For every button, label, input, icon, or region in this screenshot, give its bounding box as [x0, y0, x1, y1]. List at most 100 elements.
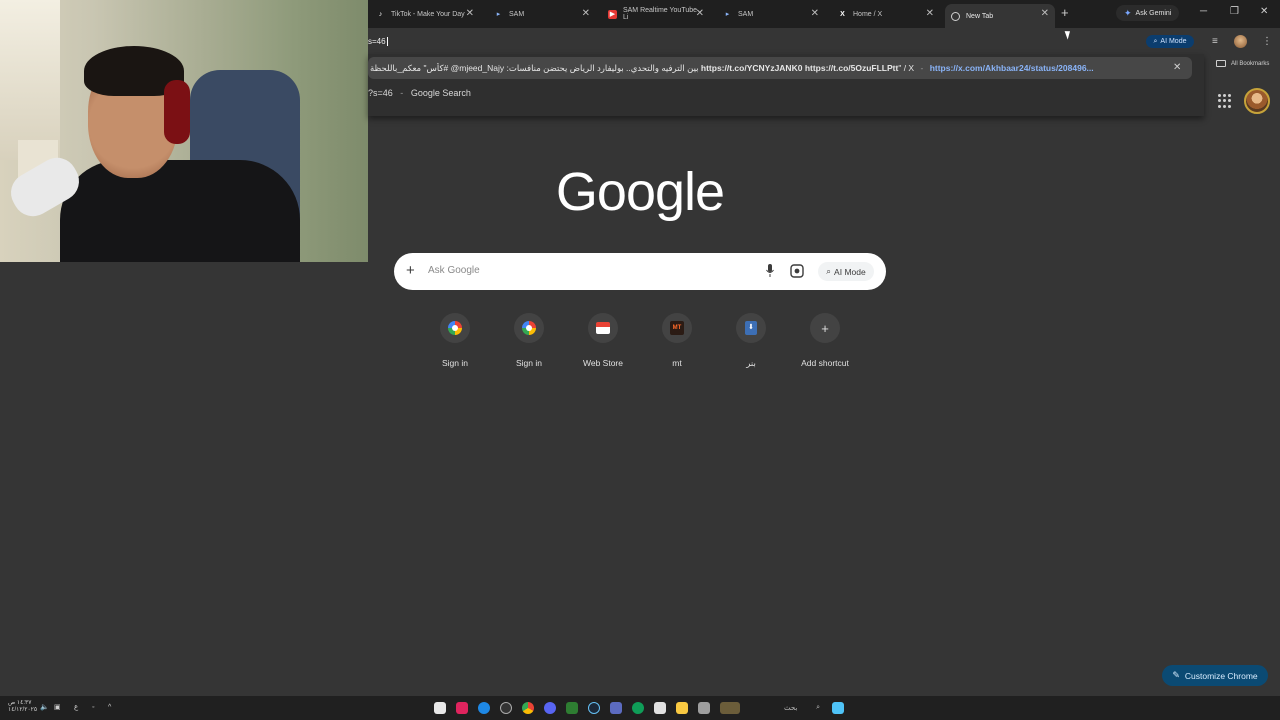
all-bookmarks-button[interactable]: All Bookmarks: [1216, 60, 1269, 67]
obs-taskbar-icon[interactable]: [500, 702, 512, 714]
shortcut-label: بنر: [746, 358, 756, 368]
omnibox-input[interactable]: s=46: [368, 37, 388, 47]
customize-label: Customize Chrome: [1184, 670, 1258, 681]
shortcut-label: Web Store: [582, 358, 623, 368]
suggestion-prefix: كأس": [421, 63, 444, 73]
windows-taskbar: ١٤:٣٧ ص ١٤/١٢/٢٠٢٥ 🔈 ▣ ع ◦ ^ بحث ⌕: [0, 696, 1280, 720]
tab-sam-1[interactable]: ▸ SAM ✕: [488, 4, 596, 24]
window-close-button[interactable]: ✕: [1260, 6, 1268, 18]
close-icon[interactable]: ✕: [696, 8, 704, 20]
app-taskbar-icon[interactable]: [610, 702, 622, 714]
steam-taskbar-icon[interactable]: [588, 702, 600, 714]
ai-mode-label: AI Mode: [1160, 38, 1187, 45]
close-icon[interactable]: ✕: [1041, 8, 1049, 20]
tab-new-tab[interactable]: New Tab ✕: [945, 4, 1055, 28]
taskbar-app-icon[interactable]: [434, 702, 446, 714]
profile-avatar[interactable]: [1234, 35, 1247, 48]
suggestion-arabic: معكم_باللحظة# @mjeed_Najy :بين الترفيه و…: [370, 63, 699, 73]
gemini-icon: ✦: [1124, 7, 1132, 18]
volume-icon[interactable]: 🔈: [40, 702, 49, 714]
minimize-button[interactable]: ─: [1200, 6, 1207, 18]
shortcut-label: mt: [672, 358, 682, 368]
suggestion-item[interactable]: ?s=46 - Google Search: [368, 88, 471, 98]
google-apps-icon[interactable]: [1218, 94, 1232, 108]
suggestion-query: ?s=46: [368, 88, 393, 98]
customize-chrome-button[interactable]: ✎ Customize Chrome: [1162, 665, 1268, 686]
shortcut-mt[interactable]: MT mt: [640, 312, 714, 372]
all-bookmarks-label: All Bookmarks: [1231, 60, 1270, 67]
shortcut-sign-in-2[interactable]: Sign in: [492, 312, 566, 372]
language-indicator[interactable]: ع: [74, 702, 78, 714]
google-icon: [522, 321, 536, 335]
taskbar-search[interactable]: بحث ⌕: [780, 701, 824, 715]
mic-tray-icon[interactable]: ◦: [92, 702, 94, 714]
suggestion-item[interactable]: كأس" معكم_باللحظة# @mjeed_Najy :بين التر…: [368, 57, 1192, 79]
xbox-taskbar-icon[interactable]: [566, 702, 578, 714]
omnibox-dropdown: كأس" معكم_باللحظة# @mjeed_Najy :بين التر…: [368, 54, 1204, 116]
tab-title: TikTok - Make Your Day: [391, 10, 465, 18]
ntp-search-box[interactable]: + Ask Google ⌕ AI Mode: [394, 253, 886, 290]
chrome-taskbar-icon[interactable]: [522, 702, 534, 714]
chrome-icon: [951, 11, 960, 21]
suggestion-url: https://x.com/Akhbaar24/status/208496...: [929, 63, 1094, 73]
ask-gemini-button[interactable]: ✦ Ask Gemini: [1116, 5, 1180, 21]
search-input[interactable]: Ask Google: [428, 265, 480, 276]
screen: ♪ TikTok - Make Your Day ✕ ▸ SAM ✕ ▶ SAM…: [0, 0, 1280, 720]
close-icon[interactable]: ✕: [926, 8, 934, 20]
shortcut-web-store[interactable]: Web Store: [566, 312, 640, 372]
microphone-icon[interactable]: [766, 264, 774, 278]
pencil-icon: ✎: [1172, 670, 1180, 680]
restore-button[interactable]: ❐: [1230, 6, 1239, 18]
person-body: [60, 160, 300, 262]
tab-sam-youtube[interactable]: ▶ SAM Realtime YouTube Li ✕: [602, 4, 710, 24]
headset: [164, 80, 190, 144]
tab-tiktok[interactable]: ♪ TikTok - Make Your Day ✕: [370, 4, 480, 24]
google-account-avatar[interactable]: [1244, 88, 1270, 114]
google-icon: [448, 321, 462, 335]
calendar-taskbar-icon[interactable]: [654, 702, 666, 714]
x-icon: X: [840, 10, 845, 18]
sam-icon: ▸: [725, 10, 730, 18]
shortcut-icon-bg: [588, 313, 618, 343]
shortcut-sign-in-1[interactable]: Sign in: [418, 312, 492, 372]
app-taskbar-icon[interactable]: [478, 702, 490, 714]
clock[interactable]: ١٤:٣٧ ص ١٤/١٢/٢٠٢٥: [8, 700, 37, 714]
ai-mode-icon: ⌕: [1153, 37, 1158, 45]
tab-search-icon[interactable]: ≡: [1212, 36, 1218, 48]
ai-mode-button[interactable]: ⌕ AI Mode: [818, 262, 874, 281]
close-icon[interactable]: ✕: [811, 8, 819, 20]
tab-sam-2[interactable]: ▸ SAM ✕: [717, 4, 825, 24]
shortcut-bank[interactable]: ⬇ بنر: [714, 312, 788, 372]
omnibox-text: s=46: [368, 37, 386, 46]
shortcut-icon-bg: [440, 313, 470, 343]
tab-title: SAM Realtime YouTube Li: [622, 7, 698, 21]
add-shortcut-button[interactable]: + Add shortcut: [788, 312, 862, 372]
discord-taskbar-icon[interactable]: [544, 702, 556, 714]
clock-date: ١٤/١٢/٢٠٢٥: [8, 707, 38, 713]
taskbar-search-label: بحث: [784, 705, 798, 712]
widget-taskbar-icon[interactable]: [720, 702, 740, 714]
network-icon[interactable]: ▣: [54, 702, 61, 714]
text-caret: [386, 37, 388, 47]
close-icon[interactable]: ✕: [582, 8, 590, 20]
shortcut-icon-bg: [514, 313, 544, 343]
tiktok-taskbar-icon[interactable]: [456, 702, 468, 714]
show-hidden-icons[interactable]: ^: [108, 702, 111, 714]
new-tab-button[interactable]: +: [1061, 6, 1069, 20]
google-lens-icon[interactable]: [790, 264, 804, 278]
folder-icon: [1216, 60, 1226, 67]
more-menu-icon[interactable]: ⋮: [1262, 36, 1272, 48]
ai-mode-icon: ⌕: [826, 266, 832, 276]
omnibox-ai-mode-button[interactable]: ⌕ AI Mode: [1146, 35, 1194, 48]
webcam-window-bg: [0, 0, 60, 160]
file-explorer-icon[interactable]: [676, 702, 688, 714]
edge-taskbar-icon[interactable]: [632, 702, 644, 714]
plus-icon[interactable]: +: [406, 263, 415, 279]
tab-title: SAM: [509, 10, 525, 18]
app-taskbar-icon[interactable]: [698, 702, 710, 714]
remove-suggestion-icon[interactable]: ✕: [1173, 63, 1181, 73]
youtube-icon: ▶: [608, 9, 617, 19]
close-icon[interactable]: ✕: [466, 8, 474, 20]
start-button[interactable]: [832, 702, 844, 714]
tab-home-x[interactable]: X Home / X ✕: [832, 4, 940, 24]
